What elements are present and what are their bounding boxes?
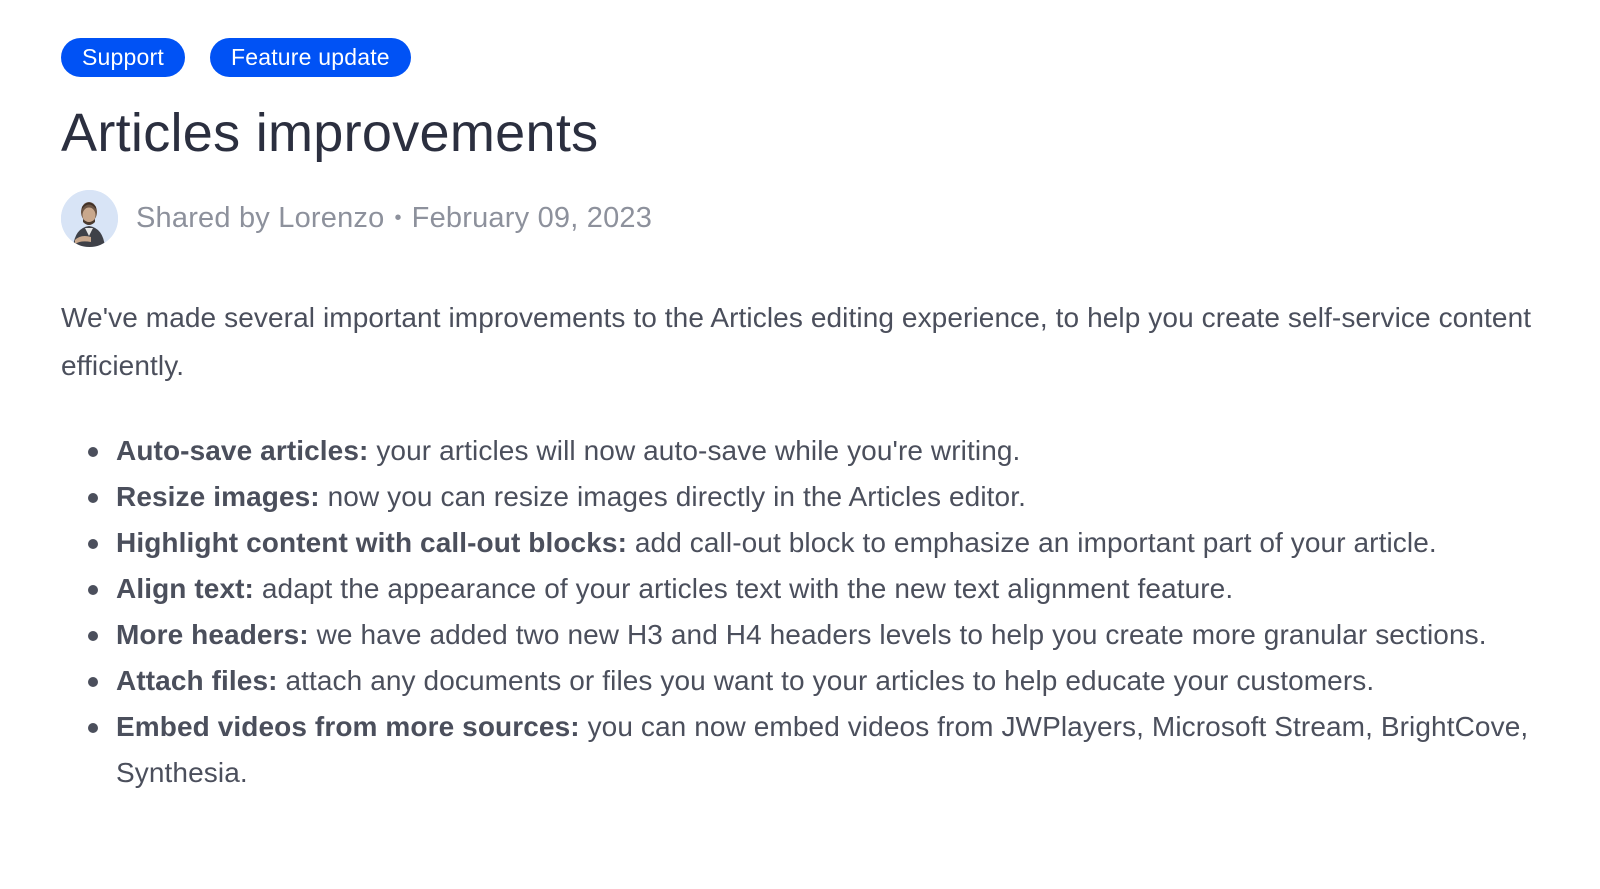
feature-title: More headers: [116,618,309,650]
feature-item: Highlight content with call-out blocks: … [61,520,1541,566]
feature-description: add call-out block to emphasize an impor… [627,526,1437,558]
feature-title: Highlight content with call-out blocks: [116,526,627,558]
feature-description: adapt the appearance of your articles te… [253,572,1234,604]
author-name: Shared by Lorenzo [136,201,385,234]
feature-title: Align text: [116,572,254,604]
feature-item: More headers: we have added two new H3 a… [61,612,1541,658]
feature-title: Attach files: [116,664,278,696]
feature-description: now you can resize images directly in th… [319,480,1026,512]
feature-description: we have added two new H3 and H4 headers … [308,618,1487,650]
tag-support[interactable]: Support [61,38,185,77]
feature-item: Auto-save articles: your articles will n… [61,428,1541,474]
feature-title: Embed videos from more sources: [116,710,580,742]
avatar-person-icon [61,189,118,247]
tag-list: Support Feature update [61,38,1600,77]
bullet-icon [88,722,98,733]
feature-item: Resize images: now you can resize images… [61,474,1541,520]
bullet-icon [88,538,98,549]
feature-description: attach any documents or files you want t… [277,664,1375,696]
feature-description: your articles will now auto-save while y… [368,434,1021,466]
feature-list: Auto-save articles: your articles will n… [61,428,1541,796]
bullet-icon [88,676,98,687]
feature-item: Embed videos from more sources: you can … [61,704,1541,796]
article-title: Articles improvements [61,103,599,163]
bullet-icon [88,630,98,641]
publish-date: February 09, 2023 [411,201,653,234]
article-intro: We've made several important improvement… [61,301,1532,381]
article-meta: Shared by Lorenzo • February 09, 2023 [61,189,1600,247]
feature-title: Auto-save articles: [116,434,369,466]
bullet-icon [88,492,98,503]
author-avatar [61,189,118,247]
bullet-icon [88,584,98,595]
changelog-article: Support Feature update Articles improvem… [0,0,1600,889]
bullet-icon [88,446,98,457]
article-meta-text: Shared by Lorenzo • February 09, 2023 [136,202,652,235]
feature-title: Resize images: [116,480,320,512]
tag-feature-update[interactable]: Feature update [209,38,411,77]
meta-separator: • [394,206,402,229]
feature-item: Attach files: attach any documents or fi… [61,658,1541,704]
feature-item: Align text: adapt the appearance of your… [61,566,1541,612]
